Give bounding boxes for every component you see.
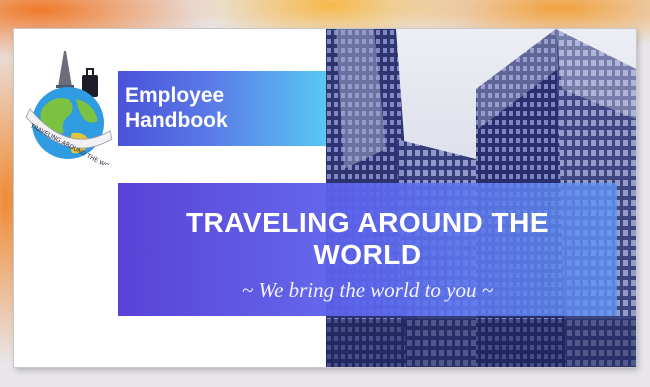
handbook-label-line2: Handbook bbox=[125, 109, 228, 132]
slide-title-line2: WORLD bbox=[313, 239, 422, 270]
slide: TRAVELING AROUND THE WORLD Employee Hand… bbox=[14, 29, 636, 367]
slide-title-line1: TRAVELING AROUND THE bbox=[185, 207, 550, 238]
handbook-banner: Employee Handbook bbox=[118, 71, 326, 146]
handbook-label-line1: Employee bbox=[125, 84, 225, 107]
title-banner: TRAVELING AROUND THE WORLD ~ We bring th… bbox=[118, 183, 617, 316]
slide-tagline: ~ We bring the world to you ~ bbox=[241, 278, 494, 302]
handbook-label: Employee Handbook bbox=[125, 83, 228, 133]
slide-title: TRAVELING AROUND THE WORLD bbox=[118, 207, 617, 271]
eiffel-tower-icon bbox=[56, 51, 74, 88]
globe-logo-icon: TRAVELING AROUND THE WORLD bbox=[25, 51, 116, 165]
